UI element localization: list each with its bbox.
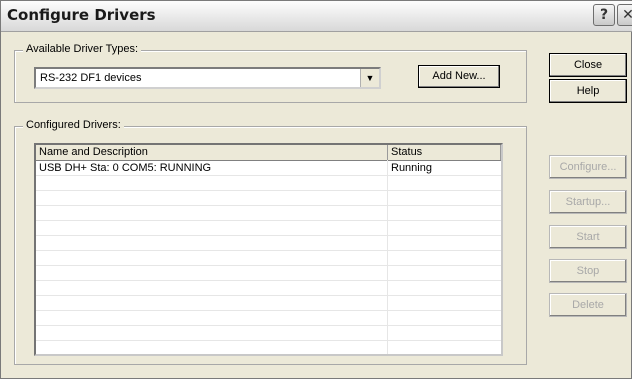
- delete-button[interactable]: Delete: [549, 293, 627, 317]
- available-driver-types-group: Available Driver Types: RS-232 DF1 devic…: [14, 43, 527, 103]
- help-button[interactable]: Help: [549, 79, 627, 103]
- add-new-button[interactable]: Add New...: [418, 65, 500, 88]
- title-bar[interactable]: Configure Drivers ? ✕: [1, 1, 632, 32]
- close-icon[interactable]: ✕: [617, 4, 632, 26]
- empty-row: [36, 191, 501, 206]
- column-header-name[interactable]: Name and Description: [36, 145, 388, 160]
- available-driver-types-legend: Available Driver Types:: [23, 43, 142, 55]
- stop-button[interactable]: Stop: [549, 259, 627, 283]
- empty-row: [36, 311, 501, 326]
- close-button[interactable]: Close: [549, 53, 627, 77]
- configure-drivers-window: Configure Drivers ? ✕ Available Driver T…: [0, 0, 632, 379]
- empty-row: [36, 296, 501, 311]
- configured-drivers-group: Configured Drivers: Name and Description…: [14, 119, 527, 365]
- empty-row: [36, 266, 501, 281]
- empty-row: [36, 221, 501, 236]
- empty-row: [36, 341, 501, 354]
- list-header: Name and Description Status: [36, 145, 501, 161]
- table-row[interactable]: USB DH+ Sta: 0 COM5: RUNNING Running: [36, 161, 501, 176]
- window-title: Configure Drivers: [7, 6, 156, 24]
- chevron-down-icon[interactable]: ▼: [360, 69, 379, 87]
- empty-row: [36, 236, 501, 251]
- configure-button[interactable]: Configure...: [549, 155, 627, 179]
- column-header-status[interactable]: Status: [388, 145, 501, 160]
- empty-row: [36, 281, 501, 296]
- empty-row: [36, 251, 501, 266]
- driver-name-cell: USB DH+ Sta: 0 COM5: RUNNING: [39, 162, 212, 174]
- startup-button[interactable]: Startup...: [549, 190, 627, 214]
- help-icon[interactable]: ?: [593, 4, 615, 26]
- empty-row: [36, 206, 501, 221]
- driver-status-cell: Running: [391, 162, 432, 174]
- driver-type-selected-value: RS-232 DF1 devices: [40, 72, 142, 84]
- configured-drivers-legend: Configured Drivers:: [23, 119, 124, 131]
- empty-row: [36, 176, 501, 191]
- empty-row: [36, 326, 501, 341]
- configured-drivers-list[interactable]: Name and Description Status USB DH+ Sta:…: [34, 143, 503, 356]
- start-button[interactable]: Start: [549, 225, 627, 249]
- driver-type-dropdown[interactable]: RS-232 DF1 devices ▼: [34, 67, 381, 89]
